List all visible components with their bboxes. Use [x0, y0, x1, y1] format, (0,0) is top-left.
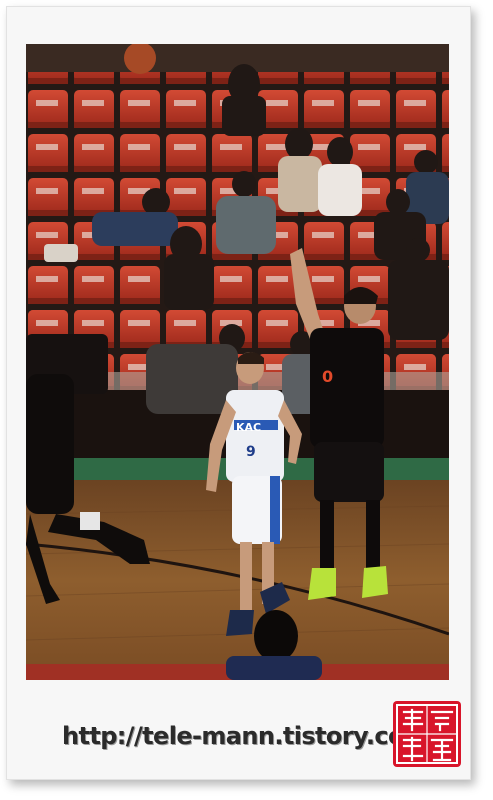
jersey-number: 9 — [246, 444, 256, 460]
jersey-text: KAC — [236, 421, 261, 434]
shooter-number: 0 — [322, 367, 333, 386]
blog-url-caption: http://tele-mann.tistory.com — [62, 722, 429, 750]
basketball-photo: KAC 9 0 — [26, 44, 449, 680]
red-seal-stamp — [393, 701, 461, 767]
